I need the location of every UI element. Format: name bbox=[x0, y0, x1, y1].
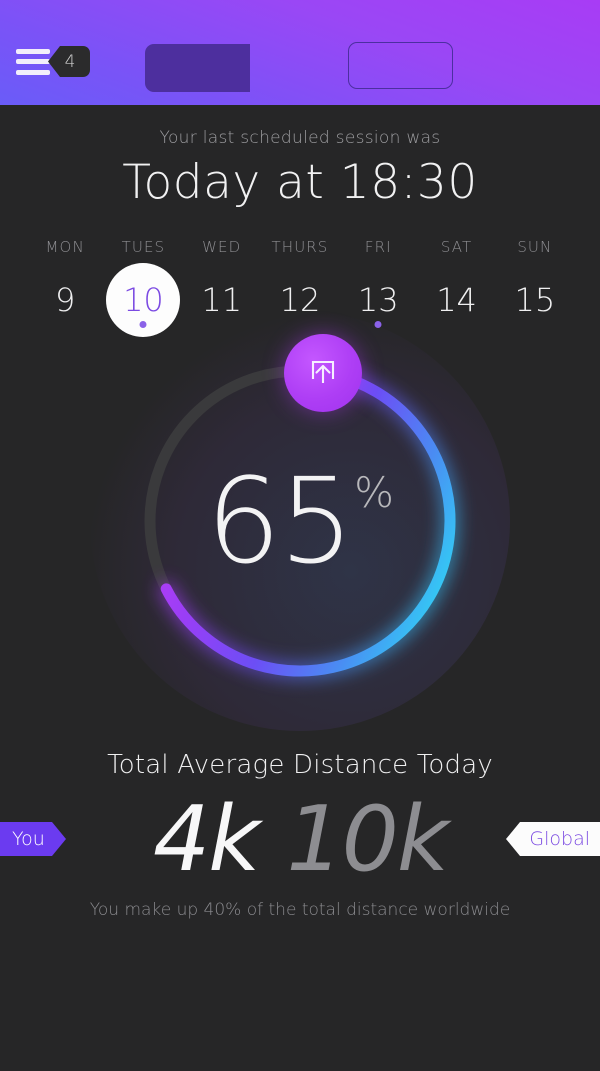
week-day-name: TUES bbox=[121, 238, 166, 256]
week-day-number-wrap: 13 bbox=[339, 270, 417, 330]
day-event-dot bbox=[139, 321, 147, 328]
global-tag[interactable]: Global bbox=[506, 822, 600, 856]
week-day-number: 15 bbox=[514, 281, 556, 319]
distance-title: Total Average Distance Today bbox=[107, 750, 493, 780]
header-secondary-button[interactable] bbox=[348, 42, 453, 89]
hamburger-bar bbox=[16, 48, 50, 54]
menu-area[interactable]: 4 bbox=[16, 46, 90, 77]
week-day-number: 10 bbox=[123, 281, 164, 319]
week-day-number: 13 bbox=[357, 281, 399, 319]
distance-comparison-row: You 4k 10k Global bbox=[0, 784, 600, 894]
hamburger-bar bbox=[16, 59, 50, 64]
app-header: 4 bbox=[0, 0, 600, 105]
session-time: Today at 18:30 bbox=[122, 155, 478, 210]
progress-knob-upload-button[interactable] bbox=[284, 333, 363, 412]
hamburger-menu-icon[interactable] bbox=[16, 48, 50, 75]
week-day-number-wrap: 14 bbox=[417, 270, 495, 330]
upload-icon bbox=[312, 360, 335, 383]
week-day-name: WED bbox=[202, 238, 242, 256]
week-day-name: THURS bbox=[271, 238, 329, 256]
progress-number: 65 bbox=[205, 452, 354, 590]
week-day-sat[interactable]: SAT 14 bbox=[417, 238, 495, 330]
progress-percent-sign: % bbox=[354, 468, 395, 517]
distance-caption: You make up 40% of the total distance wo… bbox=[89, 900, 511, 920]
hamburger-bar bbox=[16, 69, 50, 75]
day-event-dot bbox=[374, 321, 382, 328]
week-day-number: 11 bbox=[201, 281, 243, 319]
week-day-name: SUN bbox=[517, 238, 553, 256]
week-day-number: 9 bbox=[54, 281, 76, 319]
header-primary-button[interactable] bbox=[145, 44, 250, 92]
week-day-name: SAT bbox=[440, 238, 473, 256]
week-day-wed[interactable]: WED 11 bbox=[183, 238, 261, 330]
progress-ring-area: 65 % bbox=[0, 311, 600, 731]
week-day-selector[interactable]: MON 9 TUES 10 WED 11 THURS 12 FRI 13 SAT 14 SUN 15 bbox=[0, 238, 600, 337]
week-day-number-wrap: 11 bbox=[183, 270, 261, 330]
week-day-fri[interactable]: FRI 13 bbox=[339, 238, 417, 330]
week-day-sun[interactable]: SUN 15 bbox=[496, 238, 574, 330]
week-day-number: 14 bbox=[436, 281, 477, 319]
week-day-number-wrap: 15 bbox=[496, 270, 574, 330]
you-tag[interactable]: You bbox=[0, 822, 66, 856]
global-distance-value: 10k bbox=[286, 786, 449, 892]
week-day-number-wrap: 12 bbox=[261, 270, 339, 330]
session-summary: Your last scheduled session was Today at… bbox=[0, 128, 600, 210]
week-day-tues[interactable]: TUES 10 bbox=[104, 238, 182, 337]
notification-badge[interactable]: 4 bbox=[48, 46, 90, 77]
week-day-number-wrap: 10 bbox=[104, 263, 182, 337]
you-distance-value: 4k bbox=[152, 786, 260, 892]
week-day-name: FRI bbox=[364, 238, 392, 256]
progress-value: 65 % bbox=[206, 462, 394, 580]
week-day-number-wrap: 9 bbox=[26, 270, 104, 330]
week-day-mon[interactable]: MON 9 bbox=[26, 238, 104, 330]
session-label: Your last scheduled session was bbox=[159, 128, 441, 148]
week-day-number: 12 bbox=[279, 281, 321, 319]
week-day-thurs[interactable]: THURS 12 bbox=[261, 238, 339, 330]
week-day-name: MON bbox=[45, 238, 85, 256]
